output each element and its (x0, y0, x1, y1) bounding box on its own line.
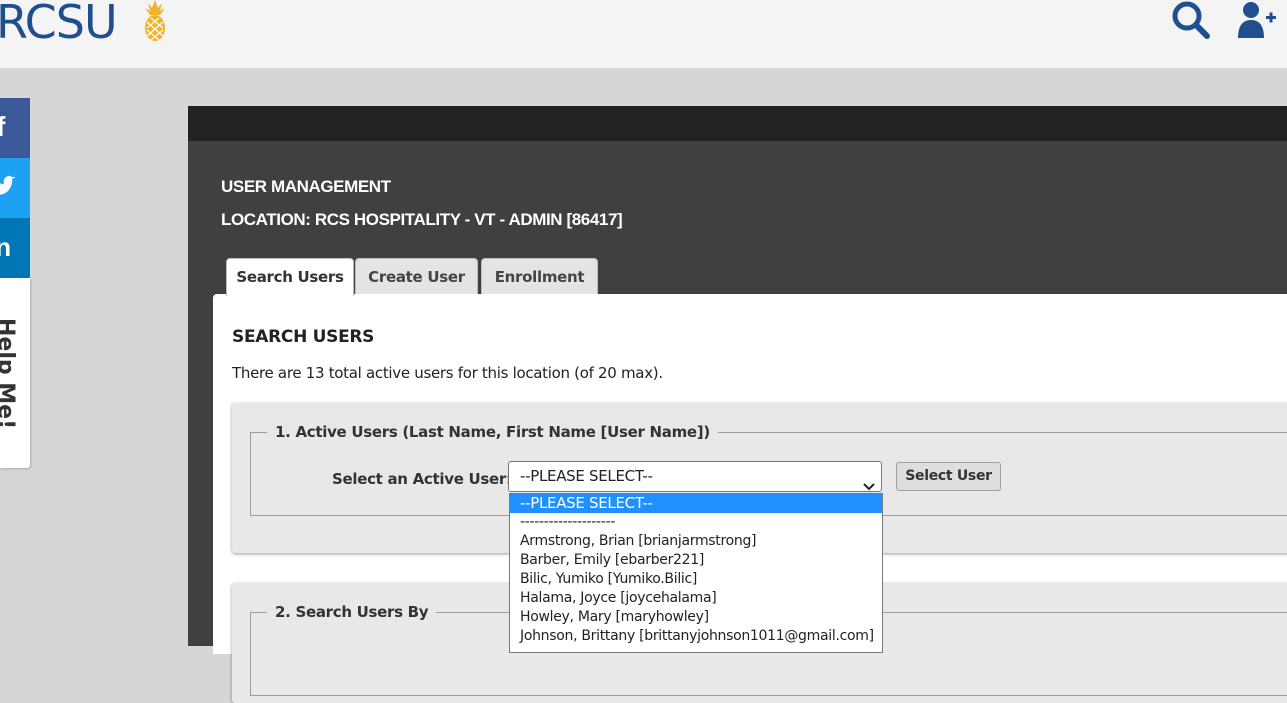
facebook-icon: f (0, 111, 6, 142)
active-users-info: There are 13 total active users for this… (232, 364, 663, 382)
linkedin-icon: in (0, 232, 12, 262)
page-title: USER MANAGEMENT (221, 177, 391, 196)
panel-top-bar (188, 106, 1287, 141)
section-title: SEARCH USERS (232, 327, 375, 347)
select-user-label: Select an Active User: (332, 470, 512, 488)
active-user-select-value: --PLEASE SELECT-- (520, 467, 653, 485)
tab-search-users[interactable]: Search Users (226, 258, 354, 296)
facebook-button[interactable]: f (0, 98, 30, 158)
linkedin-button[interactable]: in (0, 218, 30, 278)
active-users-legend: 1. Active Users (Last Name, First Name [… (267, 423, 718, 441)
select-user-button[interactable]: Select User (896, 462, 1001, 491)
dropdown-option[interactable]: Halama, Joyce [joycehalama] (510, 589, 882, 608)
dropdown-option[interactable]: -------------------- (510, 513, 882, 532)
dropdown-option[interactable]: Barber, Emily [ebarber221] (510, 551, 882, 570)
help-me-tab[interactable]: Help Me! (0, 278, 30, 468)
help-me-label: Help Me! (0, 318, 18, 430)
dropdown-option[interactable]: Howley, Mary [maryhowley] (510, 608, 882, 627)
search-icon[interactable] (1171, 0, 1211, 45)
logo-text[interactable]: RCSU (0, 0, 118, 50)
active-user-select[interactable]: --PLEASE SELECT-- (508, 461, 882, 492)
twitter-icon (0, 175, 16, 204)
search-by-legend: 2. Search Users By (267, 603, 437, 621)
dropdown-option[interactable]: Armstrong, Brian [brianjarmstrong] (510, 532, 882, 551)
dropdown-option[interactable]: Johnson, Brittany [brittanyjohnson1011@g… (510, 627, 882, 646)
tab-enrollment[interactable]: Enrollment (481, 258, 598, 294)
tab-create-user[interactable]: Create User (355, 258, 478, 294)
pineapple-logo-icon (142, 0, 168, 47)
dropdown-option[interactable]: Bilic, Yumiko [Yumiko.Bilic] (510, 570, 882, 589)
dropdown-option[interactable]: --PLEASE SELECT-- (510, 494, 882, 513)
twitter-button[interactable] (0, 158, 30, 218)
location-label: LOCATION: RCS HOSPITALITY - VT - ADMIN [… (221, 210, 623, 229)
site-header: RCSU (0, 0, 1287, 68)
add-user-icon[interactable] (1236, 0, 1278, 45)
active-user-dropdown-list[interactable]: --PLEASE SELECT-- -------------------- A… (509, 493, 883, 653)
